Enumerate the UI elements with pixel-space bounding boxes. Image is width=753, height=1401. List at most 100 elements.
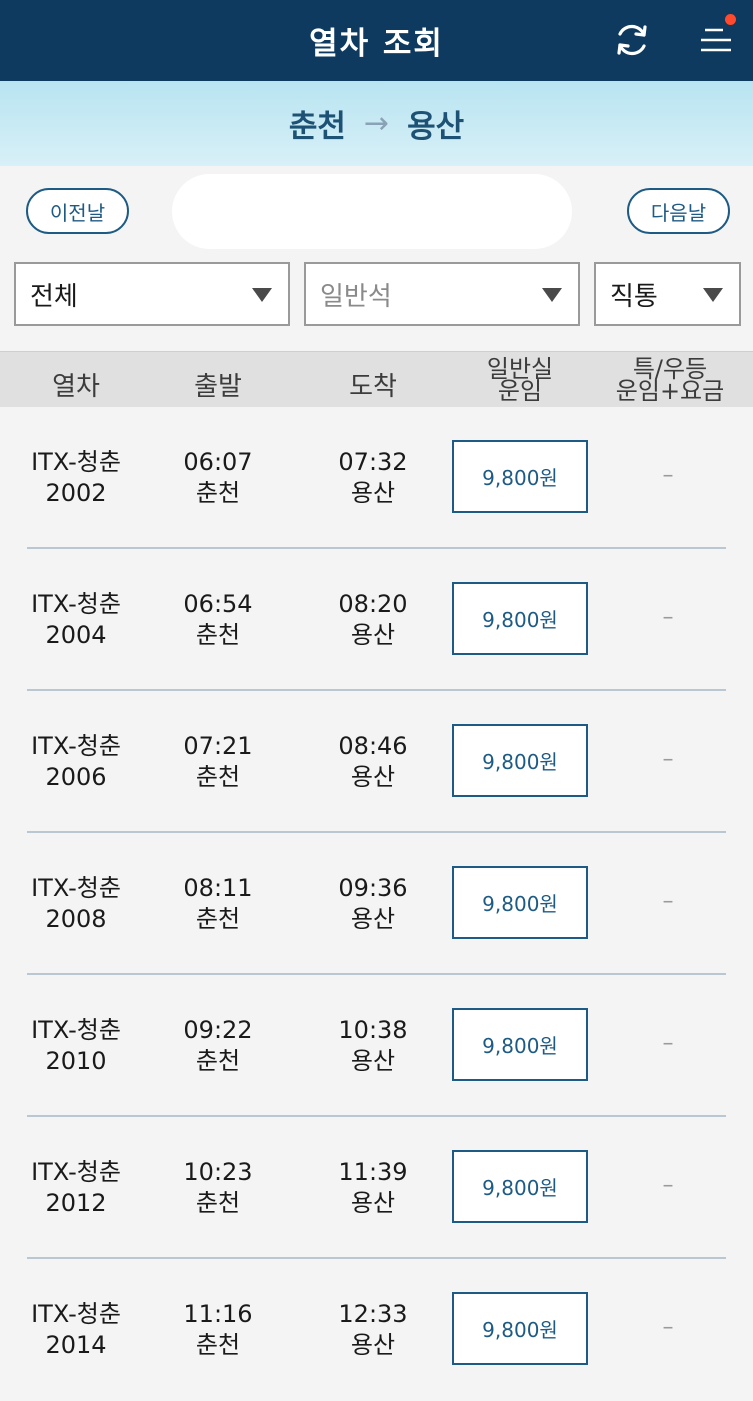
dep-time: 06:07: [183, 448, 253, 476]
dep-station: 춘천: [195, 763, 241, 791]
standard-fare-button[interactable]: 9,800원: [452, 1292, 588, 1365]
arr-time: 10:38: [338, 1016, 408, 1044]
departure: 09:22 춘천: [168, 1015, 268, 1077]
route-arrow-icon: →: [363, 106, 390, 141]
standard-fare-button[interactable]: 9,800원: [452, 1150, 588, 1223]
standard-fare-button[interactable]: 9,800원: [452, 582, 588, 655]
departure: 06:54 춘천: [168, 589, 268, 651]
arr-station: 용산: [350, 621, 396, 649]
page-title: 열차 조회: [309, 26, 444, 62]
dep-station: 춘천: [195, 1189, 241, 1217]
menu-button[interactable]: [690, 12, 742, 64]
date-display: [172, 174, 572, 249]
train-row[interactable]: ITX-청춘 2004 06:54 춘천 08:20 용산 9,800원 –: [0, 549, 753, 691]
caret-down-icon: [252, 288, 272, 302]
train-name: ITX-청춘 2002: [16, 447, 136, 509]
seat-class-select[interactable]: 일반석: [304, 262, 580, 326]
standard-fare-button[interactable]: 9,800원: [452, 440, 588, 513]
arr-time: 08:20: [338, 590, 408, 618]
arr-station: 용산: [350, 905, 396, 933]
col-train: 열차: [52, 372, 100, 402]
departure: 11:16 춘천: [168, 1299, 268, 1361]
train-number: 2006: [45, 763, 107, 791]
departure: 08:11 춘천: [168, 873, 268, 935]
arrival: 09:36 용산: [322, 873, 424, 935]
train-name-text: ITX-청춘: [31, 448, 121, 476]
standard-fare-button[interactable]: 9,800원: [452, 866, 588, 939]
arr-station: 용산: [350, 1331, 396, 1359]
arrival: 12:33 용산: [322, 1299, 424, 1361]
standard-fare-button[interactable]: 9,800원: [452, 1008, 588, 1081]
special-fare: –: [662, 1173, 674, 1198]
notification-dot: [725, 14, 736, 25]
route-type-value: 직통: [610, 281, 658, 312]
arrival: 08:46 용산: [322, 731, 424, 793]
train-name: ITX-청춘 2004: [16, 589, 136, 651]
dep-station: 춘천: [195, 1047, 241, 1075]
dep-time: 08:11: [183, 874, 253, 902]
train-number: 2004: [45, 621, 107, 649]
train-name-text: ITX-청춘: [31, 1016, 121, 1044]
train-type-value: 전체: [30, 281, 78, 312]
train-row[interactable]: ITX-청춘 2008 08:11 춘천 09:36 용산 9,800원 –: [0, 833, 753, 975]
dep-time: 10:23: [183, 1158, 253, 1186]
train-name: ITX-청춘 2006: [16, 731, 136, 793]
filter-panel: 이전날 다음날 전체 일반석 직통: [0, 166, 753, 351]
special-fare: –: [662, 747, 674, 772]
train-row[interactable]: ITX-청춘 2002 06:07 춘천 07:32 용산 9,800원 –: [0, 407, 753, 549]
refresh-button[interactable]: [606, 14, 658, 66]
train-name: ITX-청춘 2008: [16, 873, 136, 935]
arr-time: 11:39: [338, 1158, 408, 1186]
col-special-fare: 특/우등 운임+요금: [606, 357, 734, 405]
arr-time: 12:33: [338, 1300, 408, 1328]
train-number: 2002: [45, 479, 107, 507]
caret-down-icon: [542, 288, 562, 302]
col-standard-line2: 운임: [497, 377, 543, 405]
arr-time: 08:46: [338, 732, 408, 760]
train-row[interactable]: ITX-청춘 2010 09:22 춘천 10:38 용산 9,800원 –: [0, 975, 753, 1117]
arrival: 10:38 용산: [322, 1015, 424, 1077]
train-name-text: ITX-청춘: [31, 590, 121, 618]
arr-station: 용산: [350, 763, 396, 791]
refresh-icon: [617, 24, 647, 56]
route-banner: 춘천 → 용산: [0, 81, 753, 166]
next-day-button[interactable]: 다음날: [627, 188, 730, 234]
train-type-select[interactable]: 전체: [14, 262, 290, 326]
departure: 07:21 춘천: [168, 731, 268, 793]
special-fare: –: [662, 605, 674, 630]
arr-station: 용산: [350, 1047, 396, 1075]
arr-time: 07:32: [338, 448, 408, 476]
special-fare: –: [662, 1315, 674, 1340]
train-number: 2010: [45, 1047, 107, 1075]
train-row[interactable]: ITX-청춘 2014 11:16 춘천 12:33 용산 9,800원 –: [0, 1259, 753, 1401]
route-type-select[interactable]: 직통: [594, 262, 741, 326]
dep-time: 09:22: [183, 1016, 253, 1044]
train-row[interactable]: ITX-청춘 2006 07:21 춘천 08:46 용산 9,800원 –: [0, 691, 753, 833]
col-special-line2: 운임+요금: [615, 377, 725, 405]
standard-fare-button[interactable]: 9,800원: [452, 724, 588, 797]
arr-time: 09:36: [338, 874, 408, 902]
special-fare: –: [662, 889, 674, 914]
train-number: 2008: [45, 905, 107, 933]
dep-station: 춘천: [195, 1331, 241, 1359]
col-arrive: 도착: [349, 372, 397, 402]
seat-class-value: 일반석: [320, 281, 392, 312]
train-name-text: ITX-청춘: [31, 1300, 121, 1328]
menu-icon: [701, 28, 731, 52]
dep-station: 춘천: [195, 621, 241, 649]
arrival: 07:32 용산: [322, 447, 424, 509]
train-number: 2012: [45, 1189, 107, 1217]
train-name: ITX-청춘 2012: [16, 1157, 136, 1219]
dep-time: 11:16: [183, 1300, 253, 1328]
column-header: 열차 출발 도착 일반실 운임 특/우등 운임+요금: [0, 351, 753, 407]
train-row[interactable]: ITX-청춘 2012 10:23 춘천 11:39 용산 9,800원 –: [0, 1117, 753, 1259]
train-name: ITX-청춘 2010: [16, 1015, 136, 1077]
app-header: 열차 조회: [0, 0, 753, 81]
caret-down-icon: [703, 288, 723, 302]
arrival: 11:39 용산: [322, 1157, 424, 1219]
special-fare: –: [662, 463, 674, 488]
dep-station: 춘천: [195, 905, 241, 933]
route-from: 춘천: [288, 109, 346, 145]
prev-day-button[interactable]: 이전날: [26, 188, 129, 234]
dep-time: 07:21: [183, 732, 253, 760]
